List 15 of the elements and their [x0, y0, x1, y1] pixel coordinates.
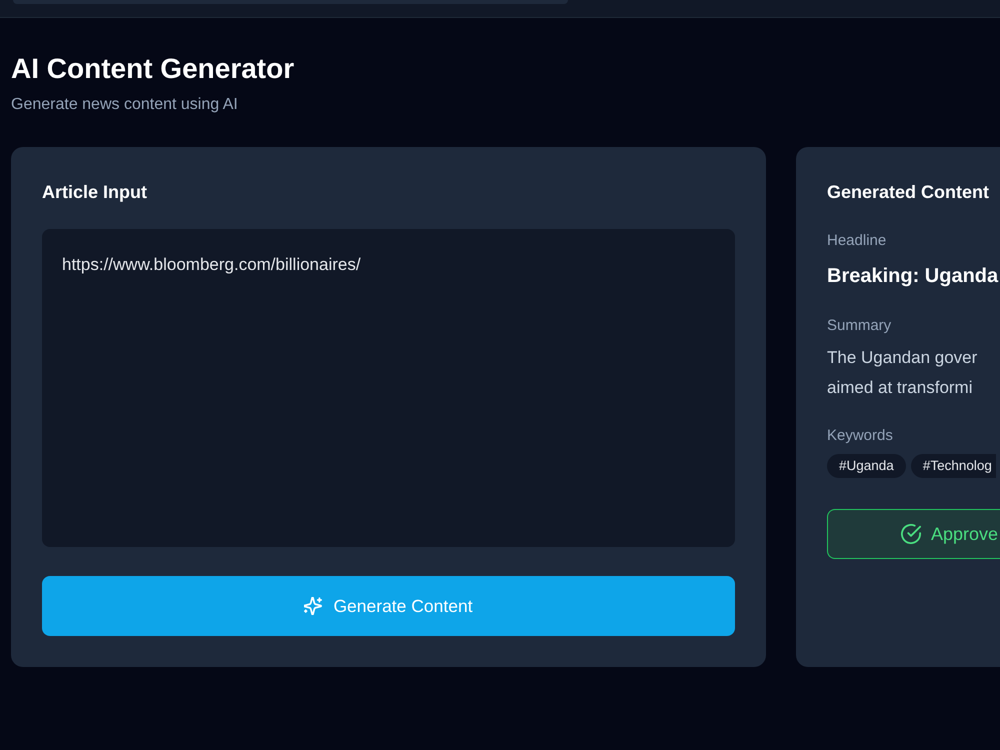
approve-button[interactable]: Approve — [827, 509, 1000, 559]
summary-text: The Ugandan gover aimed at transformi — [827, 347, 978, 399]
section-label: Summary — [827, 316, 892, 336]
keyword-tag: #Technolog — [910, 454, 996, 478]
panel-title: Article Input — [42, 181, 148, 203]
panel-title: Generated Content — [827, 181, 990, 203]
page-title: AI Content Generator — [11, 52, 296, 86]
section-label: Keywords — [827, 426, 894, 446]
page-subtitle: Generate news content using AI — [11, 95, 239, 115]
headline-text: Breaking: Uganda — [827, 264, 1000, 289]
keyword-tag: #Uganda — [827, 454, 906, 478]
article-input-field[interactable]: https://www.bloomberg.com/billionaires/ — [42, 229, 735, 547]
sparkles-icon — [304, 597, 322, 615]
check-circle-icon — [901, 524, 921, 544]
section-label: Headline — [827, 231, 888, 251]
